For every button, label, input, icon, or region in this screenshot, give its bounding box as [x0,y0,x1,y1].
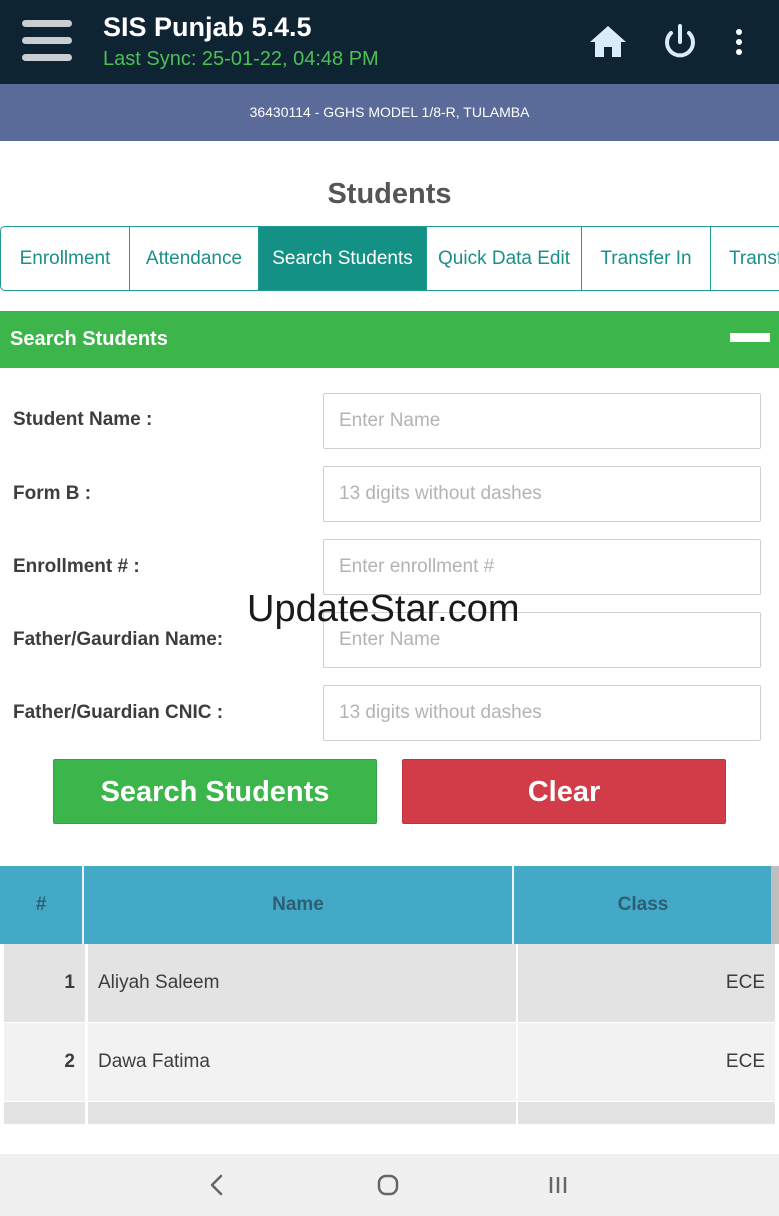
more-vert-icon[interactable] [716,18,762,66]
collapse-icon[interactable] [730,333,770,342]
enrollment-input[interactable] [323,539,761,595]
form-b-label: Form B : [13,483,92,504]
search-students-button[interactable]: Search Students [53,759,377,824]
last-sync-text: Last Sync: 25-01-22, 04:48 PM [103,48,379,70]
student-class: ECE [725,1051,765,1072]
recents-icon[interactable] [541,1168,575,1202]
back-icon[interactable] [200,1168,234,1202]
tab-quick-data-edit[interactable]: Quick Data Edit [427,227,582,290]
clear-button[interactable]: Clear [402,759,726,824]
student-name-input[interactable] [323,393,761,449]
app-title: SIS Punjab 5.4.5 [103,12,312,42]
column-header-number[interactable]: # [0,866,82,944]
student-name: Dawa Fatima [98,1051,210,1072]
tab-search-students[interactable]: Search Students [259,227,427,290]
student-class [518,1102,775,1124]
search-section-header: Search Students [0,311,779,368]
system-nav-bar [0,1154,779,1216]
table-row[interactable]: 1 Aliyah Saleem ECE [4,944,775,1022]
home-icon[interactable] [584,18,632,66]
tab-enrollment[interactable]: Enrollment [1,227,130,290]
section-title: Search Students [10,328,168,350]
tab-transfer-out[interactable]: Transf [711,227,779,290]
student-class: ECE [725,972,765,993]
app-bar: SIS Punjab 5.4.5 Last Sync: 25-01-22, 04… [0,0,779,84]
table-row[interactable]: 2 Dawa Fatima ECE [4,1023,775,1101]
enrollment-label: Enrollment # : [13,556,140,577]
father-cnic-label: Father/Guardian CNIC : [13,702,224,723]
row-number: 2 [64,1051,75,1072]
form-b-input[interactable] [323,466,761,522]
column-header-name[interactable]: Name [84,866,512,944]
results-table-header: # Name Class [0,866,779,944]
father-name-label: Father/Gaurdian Name: [13,629,224,650]
table-scrollbar[interactable] [771,866,779,944]
tab-bar: Enrollment Attendance Search Students Qu… [0,226,779,291]
row-number: 1 [64,972,75,993]
student-name: Aliyah Saleem [98,972,220,993]
tab-attendance[interactable]: Attendance [130,227,259,290]
watermark-text: UpdateStar.com [247,588,520,630]
student-name [88,1102,516,1124]
home-circle-icon[interactable] [371,1168,405,1202]
row-number [4,1102,83,1124]
table-row[interactable] [4,1102,775,1124]
power-icon[interactable] [656,18,704,66]
column-header-class[interactable]: Class [514,866,772,944]
school-banner: 36430114 - GGHS MODEL 1/8-R, TULAMBA [0,84,779,141]
page-title: Students [327,178,452,210]
father-cnic-input[interactable] [323,685,761,741]
student-name-label: Student Name : [13,409,153,430]
tab-transfer-in[interactable]: Transfer In [582,227,711,290]
menu-icon[interactable] [22,20,74,62]
